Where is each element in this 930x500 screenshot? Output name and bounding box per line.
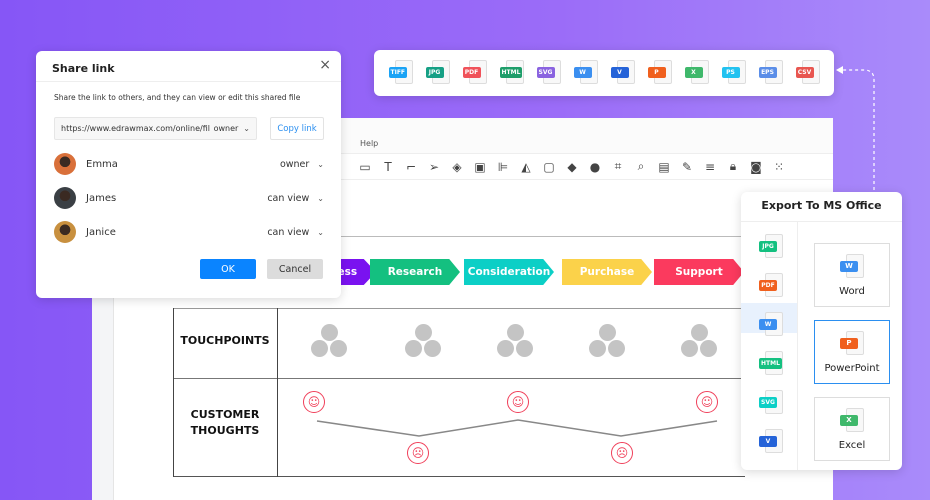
share-dialog: Share link × Share the link to others, a… — [36, 51, 341, 298]
export-panel: Export To MS Office JPG PDF W HTML SVG V W Wor… — [741, 192, 902, 470]
sad-face-icon: ☹︎ — [407, 442, 429, 464]
sad-face-icon: ☹︎ — [611, 442, 633, 464]
person-name: Janice — [86, 226, 116, 238]
person-row: Janice can view ⌄ — [54, 220, 324, 244]
link-permission[interactable]: owner — [214, 124, 239, 133]
person-name: Emma — [86, 158, 118, 170]
link-field[interactable]: https://www.edrawmax.com/online/fil owne… — [54, 117, 257, 140]
ok-button[interactable]: OK — [200, 259, 256, 279]
export-word-option[interactable]: W Word — [814, 243, 890, 307]
permission-dropdown[interactable]: can view — [267, 193, 309, 204]
cancel-button[interactable]: Cancel — [267, 259, 323, 279]
chevron-down-icon[interactable]: ⌄ — [317, 228, 324, 237]
copy-link-button[interactable]: Copy link — [270, 117, 324, 140]
person-row: James can view ⌄ — [54, 186, 324, 210]
chevron-down-icon: ⌄ — [243, 124, 250, 133]
powerpoint-icon: P — [840, 330, 864, 357]
share-description: Share the link to others, and they can v… — [54, 93, 301, 102]
link-input[interactable]: https://www.edrawmax.com/online/fil — [61, 124, 214, 133]
happy-face-icon: ☺︎ — [507, 391, 529, 413]
excel-icon: X — [840, 407, 864, 434]
happy-face-icon: ☺︎ — [303, 391, 325, 413]
side-format-jpg-icon[interactable]: JPG — [759, 234, 783, 260]
person-row: Emma owner ⌄ — [54, 152, 324, 176]
export-powerpoint-option[interactable]: P PowerPoint — [814, 320, 890, 384]
happy-face-icon: ☺︎ — [696, 391, 718, 413]
chevron-down-icon[interactable]: ⌄ — [317, 160, 324, 169]
chevron-down-icon[interactable]: ⌄ — [317, 194, 324, 203]
close-icon[interactable]: × — [319, 57, 331, 73]
avatar — [54, 187, 76, 209]
permission-dropdown[interactable]: can view — [267, 227, 309, 238]
export-title: Export To MS Office — [761, 199, 882, 212]
dialog-title: Share link — [52, 62, 115, 75]
side-format-w-icon[interactable]: W — [759, 312, 783, 338]
avatar — [54, 153, 76, 175]
side-format-v-icon[interactable]: V — [759, 429, 783, 455]
export-excel-option[interactable]: X Excel — [814, 397, 890, 461]
side-format-pdf-icon[interactable]: PDF — [759, 273, 783, 299]
permission-dropdown[interactable]: owner — [280, 159, 309, 170]
person-name: James — [86, 192, 117, 204]
side-format-svg-icon[interactable]: SVG — [759, 390, 783, 416]
word-icon: W — [840, 253, 864, 280]
avatar — [54, 221, 76, 243]
side-format-html-icon[interactable]: HTML — [759, 351, 783, 377]
